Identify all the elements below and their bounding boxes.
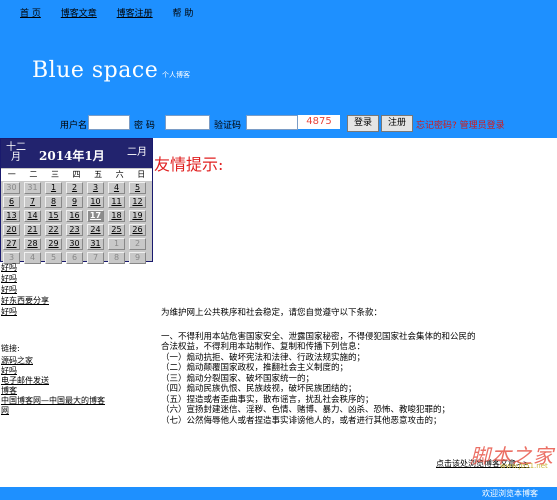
calendar-day[interactable]: 8 <box>108 252 125 264</box>
nav-register-link[interactable]: 博客注册 <box>117 9 153 19</box>
rules-text: 为维护网上公共秩序和社会稳定，请您自觉遵守以下条款： 一、不得利用本站危害国家安… <box>161 308 481 426</box>
calendar-day[interactable]: 17 <box>87 210 104 222</box>
username-label: 用户名 <box>60 121 88 131</box>
calendar-day[interactable]: 28 <box>24 238 41 250</box>
forgot-password-link[interactable]: 忘记密码? 管理员登录 <box>416 118 505 131</box>
calendar-weekdays: 一 二 三 四 五 六 日 <box>1 169 152 181</box>
calendar-day[interactable]: 29 <box>45 238 62 250</box>
calendar-day[interactable]: 12 <box>129 196 146 208</box>
friend-link[interactable]: 中国博客网—中国最大的博客网 <box>1 396 111 416</box>
calendar-day[interactable]: 18 <box>108 210 125 222</box>
calendar-day[interactable]: 20 <box>3 224 20 236</box>
password-label: 密 码 <box>134 121 155 131</box>
side-link[interactable]: 好吗 <box>1 262 49 273</box>
calendar-day[interactable]: 15 <box>45 210 62 222</box>
footer-bar: 欢迎浏览本博客 <box>0 487 557 500</box>
calendar-prev-month[interactable]: 十二月 <box>6 143 26 163</box>
calendar-day[interactable]: 1 <box>45 182 62 194</box>
calendar-day[interactable]: 11 <box>108 196 125 208</box>
username-input[interactable] <box>88 115 130 130</box>
calendar-day[interactable]: 19 <box>129 210 146 222</box>
notice-title: 友情提示: <box>154 155 224 174</box>
password-input[interactable] <box>165 115 210 130</box>
nav-articles-link[interactable]: 博客文章 <box>61 9 97 19</box>
friend-link[interactable]: 源码之家 <box>1 356 111 366</box>
rules-intro: 为维护网上公共秩序和社会稳定，请您自觉遵守以下条款： <box>161 308 383 318</box>
calendar-header: 十二月 2014年1月 二月 <box>1 139 152 168</box>
rules-line: （三）煽动分裂国家、破坏国家统一的； <box>161 373 315 384</box>
calendar-day[interactable]: 9 <box>129 252 146 264</box>
calendar-day[interactable]: 3 <box>87 182 104 194</box>
captcha-input[interactable] <box>246 115 298 130</box>
calendar-day[interactable]: 23 <box>66 224 83 236</box>
calendar-day[interactable]: 6 <box>3 196 20 208</box>
header-banner: 首 页 博客文章 博客注册 帮 助 Blue space 个人博客 用户名 密 … <box>0 0 557 138</box>
friend-link[interactable]: 电子邮件发送 <box>1 376 111 386</box>
calendar-next-month[interactable]: 二月 <box>127 148 147 158</box>
calendar-day[interactable]: 2 <box>129 238 146 250</box>
rules-line: （四）煽动民族仇恨、民族歧视，破坏民族团结的； <box>161 384 357 394</box>
calendar-day[interactable]: 22 <box>45 224 62 236</box>
calendar-day[interactable]: 9 <box>66 196 83 208</box>
site-subtitle: 个人博客 <box>162 71 190 79</box>
calendar-day[interactable]: 2 <box>66 182 83 194</box>
friend-links: 源码之家 好吗 电子邮件发送 博客 中国博客网—中国最大的博客网 <box>1 356 111 416</box>
weekday-label: 六 <box>115 170 124 179</box>
weekday-label: 日 <box>137 170 146 179</box>
watermark-url: www.jb51.net <box>500 462 548 470</box>
calendar-widget: 十二月 2014年1月 二月 一 二 三 四 五 六 日 30 31 1 2 3 4 5 6 7… <box>0 138 153 264</box>
calendar-day[interactable]: 26 <box>129 224 146 236</box>
nav-help-link[interactable]: 帮 助 <box>173 9 194 19</box>
login-button[interactable]: 登录 <box>347 115 379 132</box>
calendar-day[interactable]: 6 <box>66 252 83 264</box>
top-nav: 首 页 博客文章 博客注册 帮 助 <box>20 6 210 19</box>
friend-link[interactable]: 好吗 <box>1 366 111 376</box>
rules-line: （二）煽动颠覆国家政权，推翻社会主义制度的； <box>161 363 349 373</box>
rules-line: （一）煽动抗拒、破坏宪法和法律、行政法规实施的； <box>161 352 366 363</box>
calendar-day[interactable]: 31 <box>24 182 41 194</box>
weekday-label: 三 <box>50 170 59 179</box>
side-link[interactable]: 好吗 <box>1 273 49 284</box>
register-button[interactable]: 注册 <box>381 115 413 132</box>
weekday-label: 二 <box>29 170 38 179</box>
calendar-day[interactable]: 27 <box>3 238 20 250</box>
calendar-day[interactable]: 14 <box>24 210 41 222</box>
weekday-label: 一 <box>7 170 16 179</box>
calendar-day[interactable]: 30 <box>66 238 83 250</box>
rules-line: （五）捏造或者歪曲事实，散布谣言，扰乱社会秩序的； <box>161 394 374 405</box>
nav-home-link[interactable]: 首 页 <box>20 9 41 19</box>
calendar-day[interactable]: 13 <box>3 210 20 222</box>
calendar-day[interactable]: 1 <box>108 238 125 250</box>
side-link[interactable]: 好东西要分享 <box>1 295 49 306</box>
calendar-day[interactable]: 10 <box>87 196 104 208</box>
calendar-day[interactable]: 21 <box>24 224 41 236</box>
side-link[interactable]: 好吗 <box>1 306 49 317</box>
weekday-label: 五 <box>94 170 103 179</box>
calendar-day[interactable]: 8 <box>45 196 62 208</box>
footer-text: 欢迎浏览本博客 <box>482 489 538 498</box>
calendar-day[interactable]: 25 <box>108 224 125 236</box>
side-links: 好吗 好吗 好吗 好东西要分享 好吗 <box>1 262 49 317</box>
calendar-day[interactable]: 4 <box>108 182 125 194</box>
side-link[interactable]: 好吗 <box>1 284 49 295</box>
calendar-day[interactable]: 30 <box>3 182 20 194</box>
rules-line: 一、不得利用本站危害国家安全、泄露国家秘密，不得侵犯国家社会集体的和公民的合法权… <box>161 331 476 353</box>
calendar-day[interactable]: 24 <box>87 224 104 236</box>
calendar-day[interactable]: 16 <box>66 210 83 222</box>
calendar-day[interactable]: 7 <box>87 252 104 264</box>
rules-line: （七）公然侮辱他人或者捏造事实诽谤他人的，或者进行其他恶意攻击的； <box>161 415 442 426</box>
calendar-day[interactable]: 31 <box>87 238 104 250</box>
site-title: Blue space <box>32 58 159 83</box>
login-bar: 用户名 密 码 验证码 4875 登录 注册 忘记密码? 管理员登录 <box>0 115 557 133</box>
friend-link[interactable]: 博客 <box>1 386 111 396</box>
calendar-day[interactable]: 7 <box>24 196 41 208</box>
captcha-image[interactable]: 4875 <box>298 115 340 129</box>
watermark-logo: 脚本之家 www.jb51.net <box>470 440 554 470</box>
weekday-label: 四 <box>72 170 81 179</box>
calendar-title: 2014年1月 <box>39 149 105 163</box>
friend-links-title: 链接: <box>1 344 20 353</box>
calendar-day[interactable]: 5 <box>129 182 146 194</box>
rules-line: （六）宣扬封建迷信、淫秽、色情、赌博、暴力、凶杀、恐怖、教唆犯罪的； <box>161 405 451 415</box>
captcha-label: 验证码 <box>214 121 242 131</box>
